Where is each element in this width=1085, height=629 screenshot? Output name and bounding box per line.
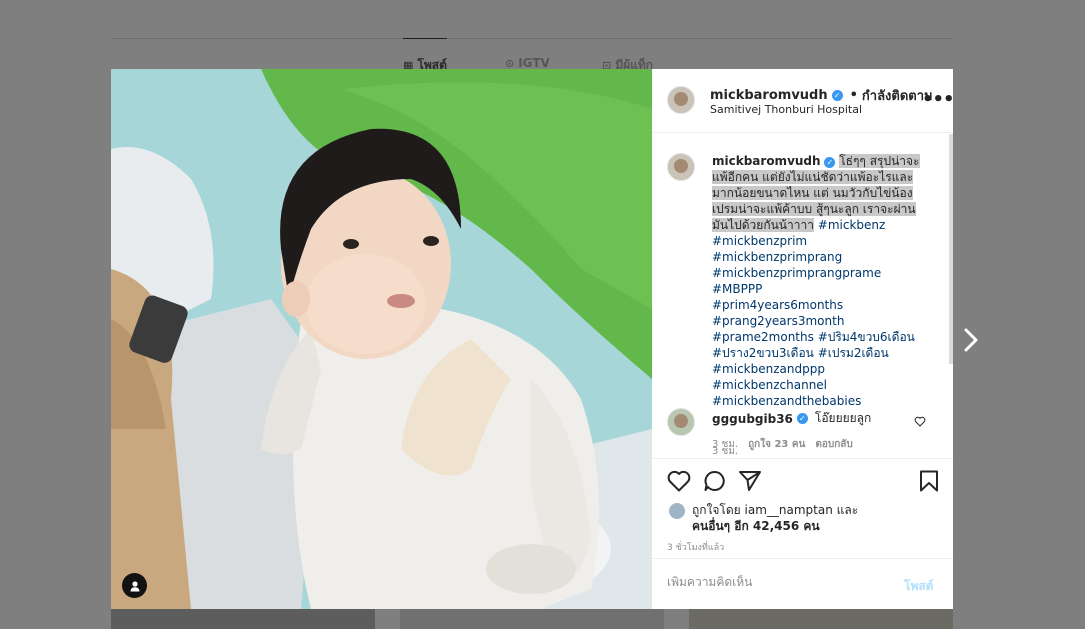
comment-text: โอ๊ยยยยลูก: [814, 411, 872, 425]
liked-by-prefix: ถูกใจโดย: [692, 503, 741, 517]
avatar[interactable]: [667, 408, 695, 436]
person-icon: [130, 580, 139, 591]
comment-time: 3 ชม.: [712, 439, 739, 450]
comment-meta: 3 ชม. ถูกใจ 23 คน ตอบกลับ: [712, 437, 853, 452]
comment-likes[interactable]: ถูกใจ 23 คน: [748, 437, 805, 452]
grid-thumbnail[interactable]: [400, 609, 664, 629]
next-post-arrow-icon[interactable]: [960, 325, 982, 355]
hashtag-link[interactable]: #เปรม2เดือน: [818, 346, 889, 360]
hashtag-link[interactable]: #prang2years3month: [712, 314, 844, 328]
post-details-panel: mickbaromvudh ✓ • กำลังติดตาม Samitivej …: [652, 69, 955, 609]
liked-by-user[interactable]: iam__namptan: [745, 503, 833, 517]
author-username[interactable]: mickbaromvudh: [710, 88, 828, 103]
hashtag-link[interactable]: #prame2months: [712, 330, 814, 344]
post-timestamp: 3 ชั่วโมงที่แล้ว: [667, 543, 725, 553]
hashtag-link[interactable]: #ปริม4ขวบ6เดือน: [818, 330, 915, 344]
hashtag-link[interactable]: #mickbenzchannel: [712, 378, 827, 392]
reply-button[interactable]: ตอบกลับ: [815, 437, 852, 452]
like-heart-icon[interactable]: [667, 470, 691, 492]
comment: gggubgib36 ✓ โอ๊ยยยยลูก: [712, 409, 871, 428]
save-bookmark-icon[interactable]: [919, 470, 939, 492]
tagged-users-button[interactable]: [122, 573, 147, 598]
igtv-icon: ⊙: [505, 56, 515, 70]
hashtag-link[interactable]: #mickbenzandthebabies: [712, 394, 861, 408]
baby-photo-illustration: [111, 69, 652, 609]
comment-like-heart-icon[interactable]: [914, 416, 926, 427]
avatar[interactable]: [667, 153, 695, 181]
post-actions: ถูกใจโดย iam__namptan และ คนอื่นๆ อีก 42…: [652, 458, 953, 558]
post-comment-button[interactable]: โพสต์: [904, 577, 933, 596]
verified-badge-icon: ✓: [824, 157, 836, 168]
post-photo[interactable]: [111, 69, 652, 609]
avatar[interactable]: [667, 86, 695, 114]
hashtag-link[interactable]: #mickbenzprimprangprame: [712, 266, 881, 280]
caption: mickbaromvudh ✓ โธ่ๆๆ สรุปน่าจะแพ้อีกคน …: [712, 153, 924, 409]
tab-igtv[interactable]: ⊙ IGTV: [505, 56, 550, 70]
comment-bubble-icon[interactable]: [703, 470, 727, 492]
hashtag-link[interactable]: #mickbenzprim: [712, 234, 807, 248]
hashtag-link[interactable]: #ปราง2ขวบ3เดือน: [712, 346, 814, 360]
separator-dot: •: [849, 88, 858, 103]
comment-username[interactable]: gggubgib36: [712, 412, 793, 426]
likes-count[interactable]: คนอื่นๆ อีก 42,456 คน: [692, 517, 820, 536]
share-direct-icon[interactable]: [738, 470, 762, 492]
hashtag-link[interactable]: #mickbenz: [818, 218, 886, 232]
verified-badge-icon: ✓: [831, 90, 843, 101]
hashtag-link[interactable]: #mickbenzprimprang: [712, 250, 842, 264]
liker-avatar[interactable]: [668, 502, 686, 520]
hashtag-link[interactable]: #prim4years6months: [712, 298, 843, 312]
post-header: mickbaromvudh ✓ • กำลังติดตาม Samitivej …: [652, 69, 955, 133]
caption-username[interactable]: mickbaromvudh: [712, 154, 821, 168]
grid-thumbnail[interactable]: [689, 609, 953, 629]
liked-by-and: และ: [836, 503, 859, 517]
hashtag-link[interactable]: #mickbenzandppp: [712, 362, 825, 376]
profile-tabs: ▦ โพสต์ ⊙ IGTV ⊡ มีผู้แท็ก: [0, 38, 1085, 72]
tab-igtv-label: IGTV: [518, 56, 550, 70]
comments-scrollbar[interactable]: [949, 134, 953, 364]
add-comment-bar: โพสต์: [652, 558, 953, 609]
comments-section[interactable]: mickbaromvudh ✓ โธ่ๆๆ สรุปน่าจะแพ้อีกคน …: [652, 134, 953, 458]
comment-input[interactable]: [667, 575, 887, 589]
grid-thumbnail[interactable]: [111, 609, 375, 629]
hashtag-link[interactable]: #MBPPP: [712, 282, 762, 296]
more-options-icon[interactable]: •••: [922, 89, 955, 110]
post-location[interactable]: Samitivej Thonburi Hospital: [710, 103, 862, 116]
verified-badge-icon: ✓: [796, 413, 808, 424]
